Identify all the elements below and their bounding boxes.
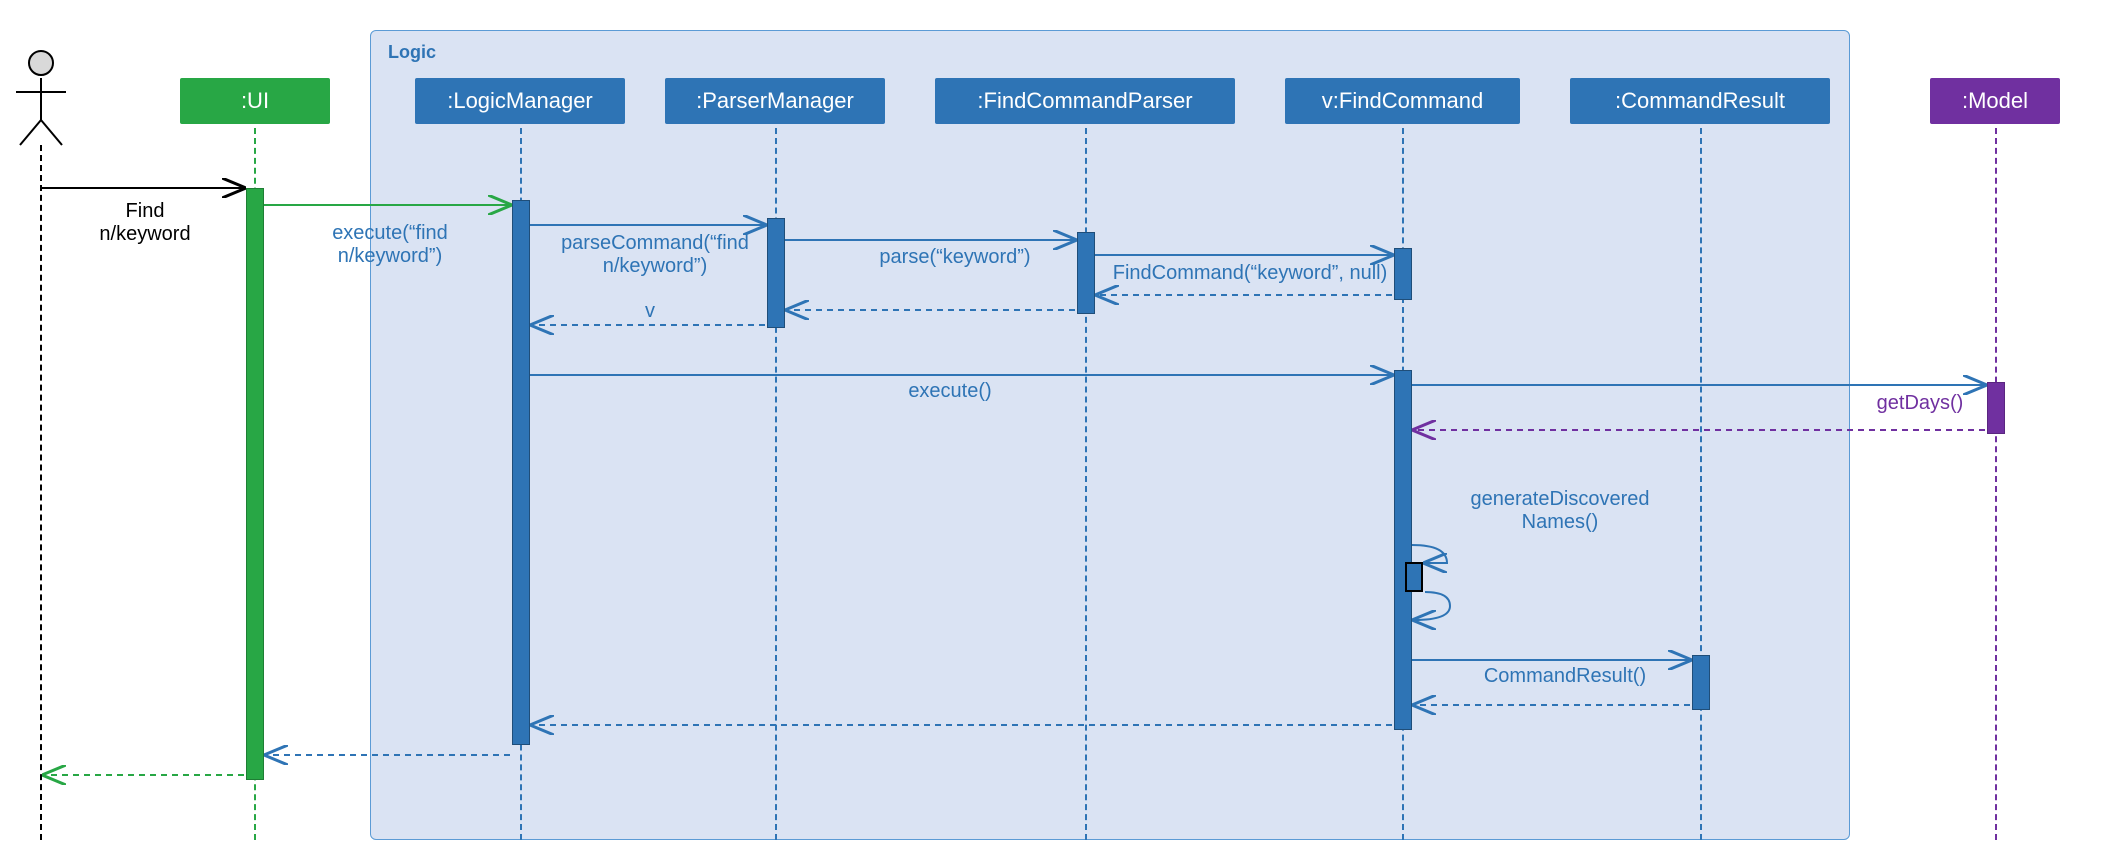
commandresult-ctor-label: CommandResult() xyxy=(1445,665,1685,688)
getdays-label: getDays() xyxy=(1850,392,1990,415)
arrows-layer xyxy=(0,0,2114,852)
execute-label: execute() xyxy=(870,380,1030,403)
return-v-label: v xyxy=(630,300,670,323)
execute-find-label: execute(“find n/keyword”) xyxy=(280,222,500,268)
findcommand-ctor-label: FindCommand(“keyword”, null) xyxy=(1100,262,1400,285)
sequence-diagram: Logic :UI :LogicManager :ParserManager :… xyxy=(0,0,2114,852)
generatenames-label: generateDiscovered Names() xyxy=(1430,488,1690,534)
parse-keyword-label: parse(“keyword”) xyxy=(835,246,1075,269)
parsecommand-label: parseCommand(“find n/keyword”) xyxy=(540,232,770,278)
actor-input-label: Find n/keyword xyxy=(70,200,220,246)
